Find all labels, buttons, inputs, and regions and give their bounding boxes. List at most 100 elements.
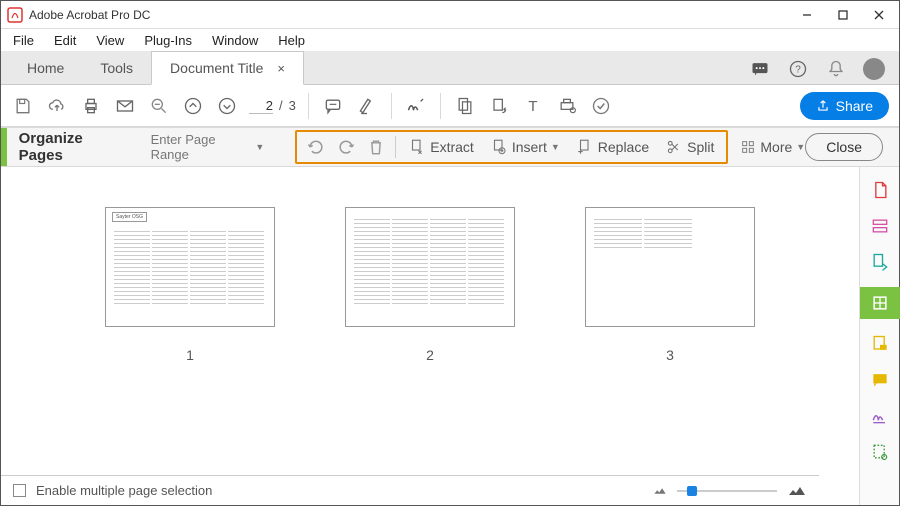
- crop-page-icon[interactable]: [453, 94, 477, 118]
- more-button[interactable]: More ▼: [740, 139, 805, 155]
- page-thumbnails-area: Sayter OSG 1: [1, 167, 859, 505]
- help-icon[interactable]: ?: [787, 58, 809, 80]
- menu-file[interactable]: File: [5, 31, 42, 50]
- split-label: Split: [687, 139, 714, 155]
- multi-select-label: Enable multiple page selection: [36, 483, 212, 498]
- page-up-icon[interactable]: [181, 94, 205, 118]
- accent-bar: [1, 128, 7, 166]
- text-tool-icon[interactable]: T: [521, 94, 545, 118]
- insert-label: Insert: [512, 139, 547, 155]
- close-window-button[interactable]: [865, 5, 893, 25]
- create-pdf-icon[interactable]: [869, 179, 891, 201]
- comment-sidebar-icon[interactable]: [869, 333, 891, 355]
- menu-bar: File Edit View Plug-Ins Window Help: [1, 29, 899, 51]
- zoom-slider-handle[interactable]: [687, 486, 697, 496]
- checkmark-icon[interactable]: [589, 94, 613, 118]
- export-icon[interactable]: [869, 251, 891, 273]
- split-button[interactable]: Split: [661, 136, 718, 158]
- zoom-slider[interactable]: [677, 490, 777, 492]
- chevron-down-icon: ▼: [255, 142, 264, 152]
- cloud-upload-icon[interactable]: [45, 94, 69, 118]
- menu-window[interactable]: Window: [204, 31, 266, 50]
- zoom-small-icon[interactable]: [653, 486, 667, 496]
- menu-help[interactable]: Help: [270, 31, 313, 50]
- separator: [308, 93, 309, 119]
- highlight-icon[interactable]: [355, 94, 379, 118]
- replace-label: Replace: [598, 139, 649, 155]
- organize-pages-bar: Organize Pages Enter Page Range ▼ Extrac…: [1, 127, 899, 167]
- multi-select-checkbox[interactable]: [13, 484, 26, 497]
- chevron-down-icon: ▼: [796, 142, 805, 152]
- tab-home[interactable]: Home: [9, 52, 82, 84]
- separator: [395, 136, 396, 158]
- separator: [440, 93, 441, 119]
- svg-text:T: T: [528, 98, 537, 115]
- rotate-ccw-icon[interactable]: [305, 136, 327, 158]
- page-range-dropdown[interactable]: Enter Page Range ▼: [142, 127, 274, 167]
- sign-icon[interactable]: [404, 94, 428, 118]
- page-current-input[interactable]: [249, 98, 273, 114]
- combine-icon[interactable]: [869, 215, 891, 237]
- maximize-button[interactable]: [829, 5, 857, 25]
- svg-text:?: ?: [795, 64, 801, 75]
- organize-sidebar-icon[interactable]: [860, 287, 900, 319]
- avatar[interactable]: [863, 58, 885, 80]
- separator: [391, 93, 392, 119]
- tab-tools[interactable]: Tools: [82, 52, 151, 84]
- chevron-down-icon: ▼: [551, 142, 560, 152]
- menu-view[interactable]: View: [88, 31, 132, 50]
- page-thumbnail[interactable]: 2: [345, 207, 515, 363]
- replace-button[interactable]: Replace: [572, 136, 653, 158]
- page-preview[interactable]: [585, 207, 755, 327]
- more-label: More: [760, 139, 792, 155]
- envelope-icon[interactable]: [113, 94, 137, 118]
- minimize-button[interactable]: [793, 5, 821, 25]
- zoom-large-icon[interactable]: [787, 484, 807, 498]
- page-indicator: / 3: [249, 98, 296, 114]
- thumb-header: Sayter OSG: [112, 212, 147, 222]
- page-down-icon[interactable]: [215, 94, 239, 118]
- fill-sign-sidebar-icon[interactable]: [869, 405, 891, 427]
- rotate-page-icon[interactable]: [487, 94, 511, 118]
- page-range-placeholder: Enter Page Range: [151, 132, 250, 162]
- page-number: 1: [186, 347, 194, 363]
- share-label: Share: [836, 98, 873, 114]
- print-icon[interactable]: [79, 94, 103, 118]
- bell-icon[interactable]: [825, 58, 847, 80]
- extract-button[interactable]: Extract: [404, 136, 478, 158]
- footer-bar: Enable multiple page selection: [1, 475, 819, 505]
- trash-icon[interactable]: [365, 136, 387, 158]
- tab-bar: Home Tools Document Title × ?: [1, 51, 899, 85]
- tab-document[interactable]: Document Title ×: [151, 51, 304, 85]
- tab-close-icon[interactable]: ×: [277, 61, 285, 76]
- page-thumbnail[interactable]: 3: [585, 207, 755, 363]
- save-icon[interactable]: [11, 94, 35, 118]
- print-tool-icon[interactable]: [555, 94, 579, 118]
- app-title: Adobe Acrobat Pro DC: [29, 8, 150, 22]
- close-label: Close: [826, 139, 862, 155]
- page-total: 3: [289, 98, 296, 113]
- right-tool-sidebar: [859, 167, 899, 505]
- chat-icon[interactable]: [749, 58, 771, 80]
- page-number: 2: [426, 347, 434, 363]
- menu-plugins[interactable]: Plug-Ins: [136, 31, 200, 50]
- zoom-out-icon[interactable]: [147, 94, 171, 118]
- content-area: Sayter OSG 1: [1, 167, 899, 505]
- insert-button[interactable]: Insert ▼: [486, 136, 564, 158]
- page-number: 3: [666, 347, 674, 363]
- organize-tools-highlighted: Extract Insert ▼ Replace Split: [295, 130, 728, 164]
- close-organize-button[interactable]: Close: [805, 133, 883, 161]
- menu-edit[interactable]: Edit: [46, 31, 84, 50]
- main-toolbar: / 3 T Share: [1, 85, 899, 127]
- page-preview[interactable]: Sayter OSG: [105, 207, 275, 327]
- note-sidebar-icon[interactable]: [869, 369, 891, 391]
- share-button[interactable]: Share: [800, 92, 889, 120]
- extract-label: Extract: [430, 139, 474, 155]
- comment-icon[interactable]: [321, 94, 345, 118]
- page-preview[interactable]: [345, 207, 515, 327]
- tab-document-label: Document Title: [170, 60, 263, 76]
- page-thumbnail[interactable]: Sayter OSG 1: [105, 207, 275, 363]
- rotate-cw-icon[interactable]: [335, 136, 357, 158]
- more-tools-sidebar-icon[interactable]: [869, 441, 891, 463]
- acrobat-app-icon: [7, 7, 23, 23]
